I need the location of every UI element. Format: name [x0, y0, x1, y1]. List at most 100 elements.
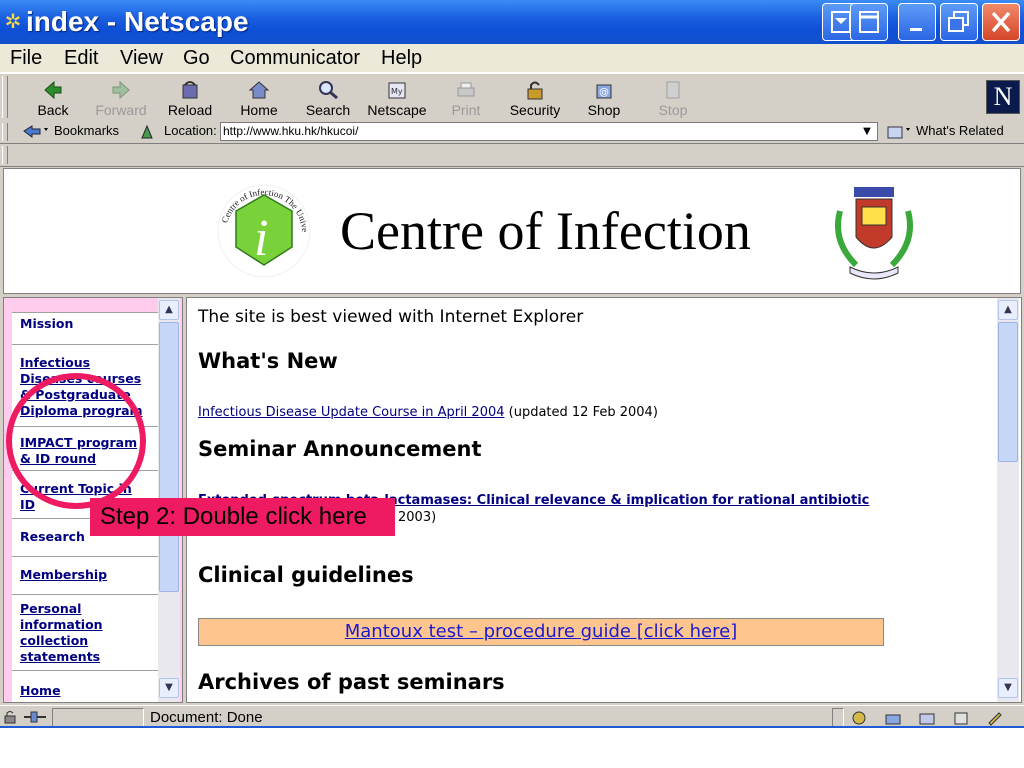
- address-book-component-icon[interactable]: [952, 710, 970, 726]
- bookmarks-label[interactable]: Bookmarks: [54, 123, 119, 139]
- status-bar: Document: Done: [0, 705, 1024, 728]
- home-button[interactable]: Home: [226, 76, 292, 120]
- security-button[interactable]: Security: [502, 76, 568, 120]
- scroll-down-icon[interactable]: ▼: [159, 678, 179, 698]
- maximize-icon: [948, 11, 969, 32]
- faculty-of-medicine-crest: [835, 187, 913, 280]
- url-dropdown-icon[interactable]: ▼: [858, 123, 876, 140]
- scroll-up-icon[interactable]: ▲: [998, 300, 1018, 320]
- bookmarks-icon[interactable]: [22, 123, 50, 141]
- forward-arrow-icon: [112, 80, 130, 100]
- menu-view[interactable]: View: [120, 46, 163, 70]
- netscape-label: Netscape: [367, 102, 427, 118]
- menu-communicator[interactable]: Communicator: [230, 46, 360, 70]
- stop-button[interactable]: Stop: [640, 76, 706, 120]
- page-proxy-icon[interactable]: [138, 123, 156, 141]
- netscape-throbber-logo[interactable]: N: [986, 80, 1020, 114]
- minimize-icon: [910, 28, 922, 31]
- centre-of-infection-logo: i Centre of Infection The University of …: [214, 181, 311, 278]
- print-icon: [457, 82, 475, 97]
- search-button[interactable]: Search: [295, 76, 361, 120]
- sidebar-item-personal-information[interactable]: Personal information collection statemen…: [12, 594, 158, 670]
- close-button[interactable]: [982, 3, 1020, 41]
- url-input[interactable]: http://www.hku.hk/hkucoi/: [220, 122, 878, 141]
- toolbar-grip[interactable]: [2, 76, 8, 118]
- browser-note: The site is best viewed with Internet Ex…: [198, 307, 584, 327]
- navigator-component-icon[interactable]: [850, 710, 868, 726]
- whats-new-updated: (updated 12 Feb 2004): [504, 405, 658, 420]
- reload-button[interactable]: Reload: [157, 76, 223, 120]
- print-label: Print: [451, 102, 481, 118]
- sidebar-item-label: Mission: [20, 316, 74, 331]
- main-scrollbar[interactable]: ▲ ▼: [997, 298, 1019, 702]
- archives-heading: Archives of past seminars: [198, 670, 505, 694]
- taskbar-edge: [0, 726, 1024, 728]
- progress-meter: [52, 708, 144, 727]
- mantoux-guide-box: Mantoux test – procedure guide [click he…: [198, 618, 884, 646]
- back-label: Back: [37, 102, 69, 118]
- shop-button[interactable]: @ Shop: [571, 76, 637, 120]
- location-grip[interactable]: [2, 123, 8, 141]
- header-frame: i Centre of Infection The University of …: [3, 168, 1021, 294]
- annotation-step-label: Step 2: Double click here: [90, 498, 395, 536]
- title-bar[interactable]: ✲ index - Netscape: [0, 0, 1024, 44]
- sidebar-item-membership[interactable]: Membership: [12, 556, 158, 594]
- whats-new-heading: What's New: [198, 349, 338, 373]
- minimize-button[interactable]: [898, 3, 936, 41]
- close-icon: [991, 11, 1011, 33]
- restore-view-icon: [859, 11, 879, 33]
- sidebar-scroll-thumb[interactable]: [159, 322, 179, 592]
- menu-help[interactable]: Help: [381, 46, 422, 70]
- restore-view-button[interactable]: [850, 3, 888, 41]
- scroll-up-icon[interactable]: ▲: [159, 300, 179, 320]
- stop-label: Stop: [658, 102, 688, 118]
- main-scroll-thumb[interactable]: [998, 322, 1018, 462]
- sidebar-item-home[interactable]: Home: [12, 670, 158, 702]
- netscape-app-icon[interactable]: ✲: [3, 10, 23, 32]
- forward-button[interactable]: Forward: [88, 76, 154, 120]
- sidebar-item-label: Personal: [20, 601, 82, 616]
- forward-label: Forward: [95, 102, 147, 118]
- sidebar-item-label: Membership: [20, 567, 108, 582]
- composer-component-icon[interactable]: [986, 710, 1004, 726]
- menu-edit[interactable]: Edit: [64, 46, 98, 70]
- browser-window: ✲ index - Netscape File Edit View Go Com…: [0, 0, 1024, 728]
- sidebar-item-mission[interactable]: Mission: [12, 312, 158, 344]
- connection-icon[interactable]: [22, 709, 48, 725]
- seminar-date: 2003): [398, 510, 437, 525]
- menu-file[interactable]: File: [10, 46, 42, 70]
- netscape-icon: My: [388, 82, 406, 99]
- whats-related-icon[interactable]: [886, 123, 914, 141]
- newsgroups-component-icon[interactable]: [918, 710, 936, 726]
- sidebar-item-label: Home: [20, 683, 61, 698]
- reload-label: Reload: [167, 102, 213, 118]
- menu-go[interactable]: Go: [183, 46, 210, 70]
- svg-text:@: @: [599, 87, 609, 98]
- stop-icon: [666, 81, 680, 99]
- search-icon: [319, 81, 338, 100]
- whats-related-label[interactable]: What's Related: [916, 123, 1004, 139]
- reload-icon: [182, 81, 198, 99]
- location-toolbar: Bookmarks Location: http://www.hku.hk/hk…: [0, 121, 1024, 144]
- id-update-course-link[interactable]: Infectious Disease Update Course in Apri…: [198, 405, 505, 420]
- svg-text:i: i: [254, 210, 268, 267]
- sidebar-item-label: statements: [20, 649, 101, 664]
- mail-component-icon[interactable]: [884, 710, 902, 726]
- sidebar-item-label: Research: [20, 529, 85, 544]
- search-label: Search: [305, 102, 351, 118]
- site-title: Centre of Infection: [340, 201, 751, 261]
- security-lock-icon[interactable]: [2, 709, 18, 725]
- home-label: Home: [240, 102, 278, 118]
- scroll-down-icon[interactable]: ▼: [998, 678, 1018, 698]
- sidebar-item-label: information: [20, 617, 103, 632]
- mantoux-guide-link[interactable]: Mantoux test – procedure guide [click he…: [345, 621, 737, 642]
- navigation-toolbar: Back Forward Reload Home Search My Netsc…: [0, 73, 1024, 123]
- location-label: Location:: [164, 123, 217, 138]
- back-button[interactable]: Back: [20, 76, 86, 120]
- personal-toolbar-grip[interactable]: [2, 146, 8, 164]
- maximize-button[interactable]: [940, 3, 978, 41]
- netscape-button[interactable]: My Netscape: [364, 76, 430, 120]
- lock-icon: [527, 81, 543, 100]
- menu-bar: File Edit View Go Communicator Help: [0, 44, 1024, 73]
- print-button[interactable]: Print: [433, 76, 499, 120]
